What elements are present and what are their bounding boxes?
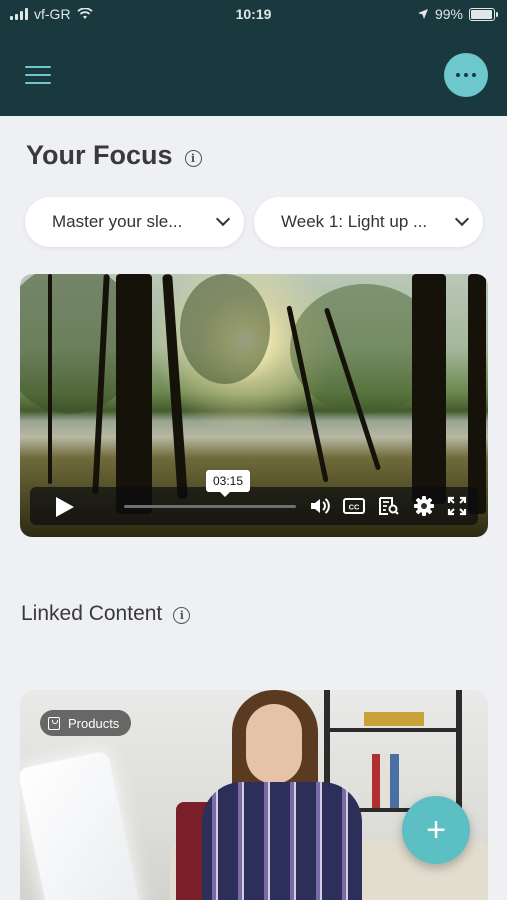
scenery xyxy=(246,704,302,784)
scenery xyxy=(412,274,446,504)
video-controls-bar: 03:15 CC xyxy=(30,470,478,525)
linked-content-heading: Linked Content i xyxy=(21,602,191,626)
status-right: 99% xyxy=(417,6,498,22)
shopping-bag-icon xyxy=(48,716,60,730)
transcript-icon[interactable] xyxy=(378,496,400,516)
program-dropdown[interactable]: Master your sle... xyxy=(25,197,244,247)
location-arrow-icon xyxy=(417,9,428,19)
status-bar: vf-GR 10:19 99% xyxy=(0,0,507,30)
play-icon[interactable] xyxy=(56,497,74,517)
scenery xyxy=(202,782,362,900)
scenery xyxy=(390,754,399,808)
hamburger-icon[interactable] xyxy=(25,66,51,86)
week-dropdown-label: Week 1: Light up ... xyxy=(281,212,428,231)
more-options-button[interactable] xyxy=(444,53,488,97)
info-icon[interactable]: i xyxy=(173,607,191,624)
add-button[interactable]: + xyxy=(402,796,470,864)
closed-captions-icon[interactable]: CC xyxy=(343,496,365,516)
scenery xyxy=(468,274,486,514)
scenery xyxy=(382,754,388,808)
scenery xyxy=(324,728,462,732)
scenery xyxy=(180,274,270,384)
chevron-down-icon xyxy=(215,211,231,227)
page-title: Your Focus xyxy=(26,140,173,170)
battery-icon xyxy=(469,7,498,21)
more-horizontal-icon xyxy=(456,73,460,77)
section-title: Linked Content xyxy=(21,602,163,625)
light-therapy-lamp xyxy=(20,750,143,900)
time-tooltip: 03:15 xyxy=(206,470,251,497)
fullscreen-icon[interactable] xyxy=(446,496,468,516)
chevron-down-icon xyxy=(454,211,470,227)
scenery xyxy=(372,754,380,808)
volume-icon[interactable] xyxy=(309,496,331,516)
video-player[interactable]: 03:15 CC xyxy=(20,274,488,537)
info-icon[interactable]: i xyxy=(184,150,202,167)
program-dropdown-label: Master your sle... xyxy=(52,212,183,231)
scenery xyxy=(364,712,424,726)
scenery xyxy=(116,274,152,514)
video-progress-track[interactable]: 03:15 xyxy=(124,470,296,508)
svg-text:CC: CC xyxy=(349,503,360,512)
scenery xyxy=(48,274,52,484)
battery-percent: 99% xyxy=(434,6,463,22)
badge-label: Products xyxy=(68,715,120,731)
page-title-row: Your Focus i xyxy=(26,140,202,171)
settings-icon[interactable] xyxy=(413,496,435,516)
products-badge: Products xyxy=(40,710,132,736)
week-dropdown[interactable]: Week 1: Light up ... xyxy=(254,197,483,247)
product-card[interactable]: Products xyxy=(20,690,488,900)
top-header: vf-GR 10:19 99% xyxy=(0,0,507,116)
